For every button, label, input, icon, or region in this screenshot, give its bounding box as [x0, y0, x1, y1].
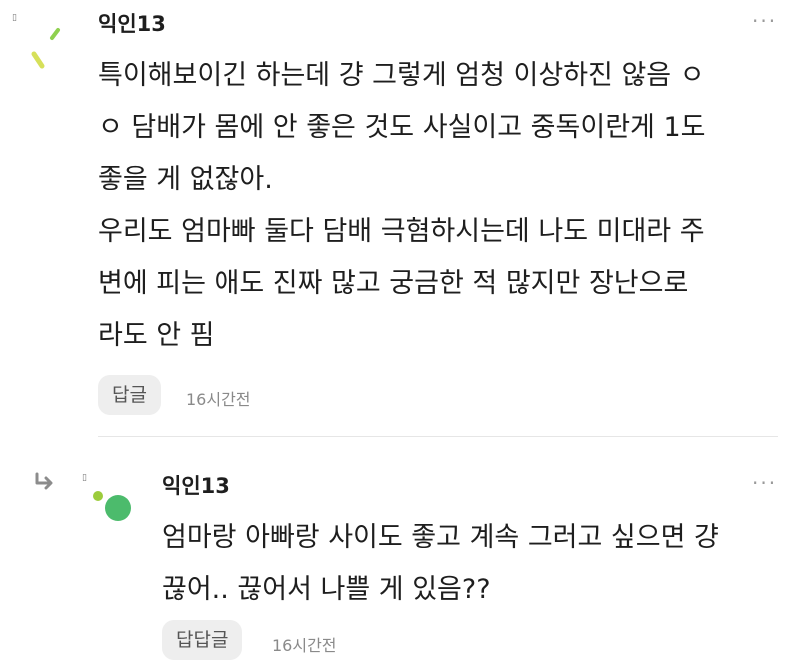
comment-line: ㅇ 담배가 몸에 안 좋은 것도 사실이고 중독이란게 1도 — [98, 112, 706, 143]
more-options-icon[interactable]: ··· — [752, 473, 777, 493]
comment-line: 끊어.. 끊어서 나쁠 게 있음?? — [162, 574, 491, 605]
avatar[interactable]: ▯ — [8, 10, 68, 70]
reply-button[interactable]: 답답글 — [162, 620, 243, 660]
reply-button[interactable]: 답글 — [98, 375, 161, 415]
comment-author[interactable]: 익인13 — [98, 8, 166, 38]
comment-line: 엄마랑 아빠랑 사이도 좋고 계속 그러고 싶으면 걍 — [162, 522, 719, 553]
comment-author[interactable]: 익인13 — [162, 470, 230, 500]
svg-text:▯: ▯ — [82, 473, 87, 483]
comment-timestamp: 16시간전 — [186, 390, 251, 409]
more-options-icon[interactable]: ··· — [752, 11, 777, 31]
comment-line: 좋을 게 없잖아. — [98, 164, 273, 195]
comment-line: 라도 안 핌 — [98, 320, 215, 351]
svg-text:▯: ▯ — [12, 13, 17, 23]
comment-body: 엄마랑 아빠랑 사이도 좋고 계속 그러고 싶으면 걍 끊어.. 끊어서 나쁠 … — [162, 512, 719, 616]
comment-timestamp: 16시간전 — [272, 636, 337, 655]
comment-line: 우리도 엄마빠 둘다 담배 극혐하시는데 나도 미대라 주 — [98, 216, 705, 247]
avatar[interactable]: ▯ — [80, 470, 140, 530]
reply-arrow-icon — [34, 472, 56, 490]
comment-body: 특이해보이긴 하는데 걍 그렇게 엄청 이상하진 않음 ㅇ ㅇ 담배가 몸에 안… — [98, 50, 705, 362]
divider — [98, 436, 778, 437]
comment-line: 특이해보이긴 하는데 걍 그렇게 엄청 이상하진 않음 ㅇ — [98, 60, 705, 91]
comment-line: 변에 피는 애도 진짜 많고 궁금한 적 많지만 장난으로 — [98, 268, 689, 299]
